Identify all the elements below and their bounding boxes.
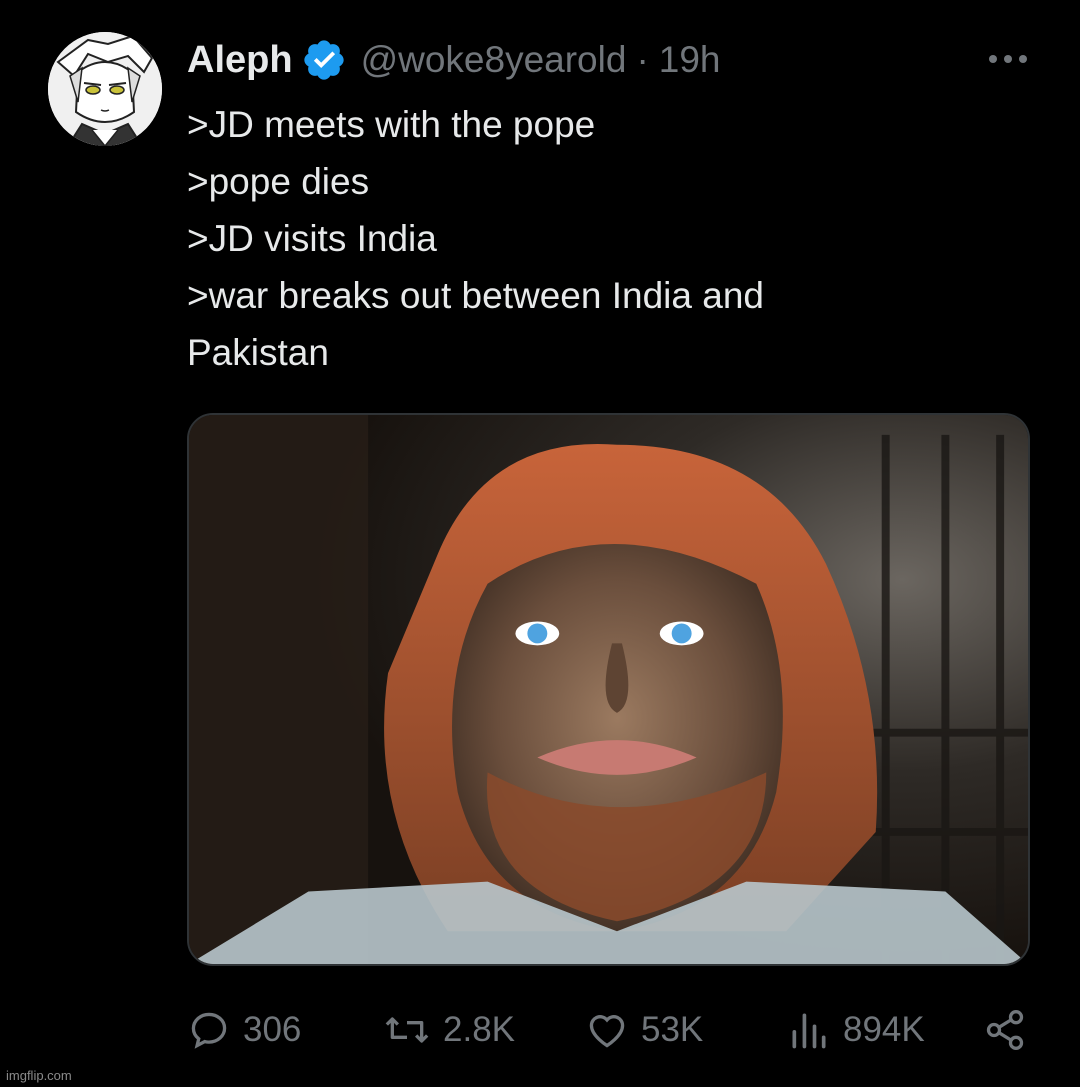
tweet-line: >pope dies — [187, 161, 370, 202]
tweet-header: Aleph @woke8yearold · 19h — [187, 34, 721, 86]
views-bar-chart-icon — [792, 1013, 826, 1049]
tweet-line: >JD meets with the pope — [187, 104, 596, 145]
reply-count: 306 — [243, 1010, 302, 1049]
share-button[interactable] — [983, 1000, 1027, 1060]
share-icon — [986, 1010, 1024, 1050]
avatar-image — [48, 32, 162, 146]
retweet-count: 2.8K — [443, 1010, 515, 1049]
tweet-line: >JD visits India — [187, 218, 437, 259]
heart-icon — [589, 1015, 625, 1048]
display-name[interactable]: Aleph — [187, 39, 293, 82]
more-options-icon[interactable] — [986, 46, 1030, 72]
tweet-line: Pakistan — [187, 332, 329, 373]
retweet-icon — [385, 1017, 429, 1043]
timestamp[interactable]: 19h — [659, 39, 721, 81]
retweet-button[interactable]: 2.8K — [383, 1000, 515, 1060]
views-button[interactable]: 894K — [787, 1000, 925, 1060]
reply-icon — [191, 1012, 227, 1049]
avatar[interactable] — [48, 32, 162, 146]
views-count: 894K — [843, 1010, 925, 1049]
action-bar: 306 2.8K 53K 894K — [187, 1000, 1030, 1060]
tweet-media-image[interactable] — [187, 413, 1030, 966]
tweet-text: >JD meets with the pope >pope dies >JD v… — [187, 96, 947, 381]
watermark-text: imgflip.com — [6, 1068, 72, 1083]
like-button[interactable]: 53K — [585, 1000, 703, 1060]
separator-dot: · — [636, 39, 649, 80]
verified-badge-icon — [301, 37, 347, 83]
reply-button[interactable]: 306 — [187, 1000, 301, 1060]
tweet: Aleph @woke8yearold · 19h >JD meets with… — [0, 0, 1080, 1087]
author-handle[interactable]: @woke8yearold — [361, 39, 627, 81]
like-count: 53K — [641, 1010, 704, 1049]
character-portrait-image — [189, 415, 1028, 964]
tweet-line: >war breaks out between India and — [187, 275, 764, 316]
